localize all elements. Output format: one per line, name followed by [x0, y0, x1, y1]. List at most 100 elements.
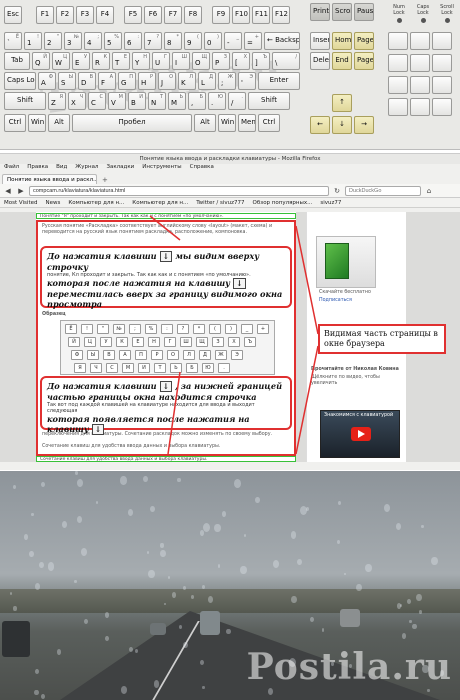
- key-delete[interactable]: Delete: [310, 52, 330, 70]
- key-f3[interactable]: F3: [76, 6, 94, 24]
- key-row5-2[interactable]: Alt: [48, 114, 70, 132]
- key-row4-0[interactable]: Shift: [4, 92, 46, 110]
- forward-arrow-icon[interactable]: ▶: [16, 186, 26, 196]
- key-arrow-down[interactable]: ↓: [332, 116, 352, 134]
- key-row3-7[interactable]: ОJ: [158, 72, 176, 90]
- key-row1-10[interactable]: ) 0: [204, 32, 222, 50]
- key-f1[interactable]: F1: [36, 6, 54, 24]
- key-row3-5[interactable]: ПG: [118, 72, 136, 90]
- key-scroll-lock[interactable]: Scroll Lock: [332, 3, 352, 21]
- key-f10[interactable]: F10: [232, 6, 250, 24]
- key-f4[interactable]: F4: [96, 6, 114, 24]
- key-row2-6[interactable]: НY: [132, 52, 150, 70]
- key-row4-11[interactable]: Shift: [248, 92, 290, 110]
- key-f8[interactable]: F8: [184, 6, 202, 24]
- key-row4-1[interactable]: ЯZ: [48, 92, 66, 110]
- menu-file[interactable]: Файл: [4, 164, 19, 172]
- key-row4-7[interactable]: ЬM: [168, 92, 186, 110]
- key-arrow-left[interactable]: ←: [310, 116, 330, 134]
- bookmark-item[interactable]: Компьютер для н...: [132, 198, 188, 207]
- key-row1-9[interactable]: (9: [184, 32, 202, 50]
- key-row1-5[interactable]: % 5: [104, 32, 122, 50]
- key-row2-7[interactable]: ГU: [152, 52, 170, 70]
- back-arrow-icon[interactable]: ◀: [3, 186, 13, 196]
- key-row2-2[interactable]: ЦW: [52, 52, 70, 70]
- key-row4-8[interactable]: Б,: [188, 92, 206, 110]
- menu-bookmarks[interactable]: Закладки: [106, 164, 134, 172]
- key-insert[interactable]: Insert: [310, 32, 330, 50]
- key-end[interactable]: End: [332, 52, 352, 70]
- key-f5[interactable]: F5: [124, 6, 142, 24]
- key-row4-5[interactable]: ИB: [128, 92, 146, 110]
- video-thumbnail[interactable]: Знакомимся с клавиатурой: [320, 410, 400, 458]
- key-row5-0[interactable]: Ctrl: [4, 114, 26, 132]
- bookmark-item[interactable]: Компьютер для н...: [68, 198, 124, 207]
- key-row5-3[interactable]: Пробел: [72, 114, 192, 132]
- numpad-key[interactable]: [388, 32, 408, 50]
- key-row1-11[interactable]: _ -: [224, 32, 242, 50]
- key-row2-4[interactable]: КR: [92, 52, 110, 70]
- key-row3-10[interactable]: Ж;: [218, 72, 236, 90]
- key-page-up[interactable]: Page Up: [354, 32, 374, 50]
- key-f7[interactable]: F7: [164, 6, 182, 24]
- menu-tools[interactable]: Инструменты: [142, 164, 181, 172]
- key-row3-8[interactable]: ЛK: [178, 72, 196, 90]
- key-row1-8[interactable]: * 8: [164, 32, 182, 50]
- numpad-key[interactable]: [410, 98, 430, 116]
- key-row4-10[interactable]: . /: [228, 92, 246, 110]
- numpad-key[interactable]: [432, 54, 452, 72]
- key-row3-9[interactable]: ДL: [198, 72, 216, 90]
- key-f9[interactable]: F9: [212, 6, 230, 24]
- menu-help[interactable]: Справка: [190, 164, 214, 172]
- key-row1-3[interactable]: № 3: [64, 32, 82, 50]
- numpad-key[interactable]: [432, 76, 452, 94]
- key-row3-4[interactable]: АF: [98, 72, 116, 90]
- key-row3-6[interactable]: РH: [138, 72, 156, 90]
- bookmark-item[interactable]: Обзор популярных...: [253, 198, 313, 207]
- key-home[interactable]: Home: [332, 32, 352, 50]
- sidebar-link[interactable]: Подписаться: [319, 298, 399, 304]
- key-row3-2[interactable]: ЫS: [58, 72, 76, 90]
- key-row4-2[interactable]: ЧX: [68, 92, 86, 110]
- key-row4-6[interactable]: ТN: [148, 92, 166, 110]
- key-f12[interactable]: F12: [272, 6, 290, 24]
- key-row4-3[interactable]: СC: [88, 92, 106, 110]
- key-row5-1[interactable]: Win: [28, 114, 46, 132]
- key-row1-6[interactable]: :6: [124, 32, 142, 50]
- numpad-key[interactable]: [410, 54, 430, 72]
- key-page-down[interactable]: Page Down: [354, 52, 374, 70]
- key-row2-1[interactable]: ЙQ: [32, 52, 50, 70]
- url-field[interactable]: [29, 185, 329, 196]
- key-row5-6[interactable]: Menu: [238, 114, 256, 132]
- key-row2-8[interactable]: ШI: [172, 52, 190, 70]
- key-row2-5[interactable]: ЕT: [112, 52, 130, 70]
- key-f11[interactable]: F11: [252, 6, 270, 24]
- key-row1-7[interactable]: ? 7: [144, 32, 162, 50]
- key-row3-1[interactable]: ФA: [38, 72, 56, 90]
- bookmark-item[interactable]: sivuz77: [320, 198, 341, 207]
- key-f2[interactable]: F2: [56, 6, 74, 24]
- home-icon[interactable]: ⌂: [424, 186, 434, 196]
- reload-icon[interactable]: ↻: [332, 186, 342, 196]
- bookmark-item[interactable]: Most Visited: [4, 198, 37, 207]
- key-row2-13[interactable]: / \: [272, 52, 300, 70]
- key-row3-12[interactable]: Enter: [258, 72, 300, 90]
- product-box-image[interactable]: [316, 236, 376, 288]
- key-row1-2[interactable]: " 2: [44, 32, 62, 50]
- numpad-key[interactable]: [388, 98, 408, 116]
- menu-edit[interactable]: Правка: [27, 164, 48, 172]
- key-pause[interactable]: Pause Break: [354, 3, 374, 21]
- key-row3-0[interactable]: Caps Lock: [4, 72, 36, 90]
- key-row1-0[interactable]: Ё `: [4, 32, 22, 50]
- key-row1-12[interactable]: + =: [244, 32, 262, 50]
- numpad-key[interactable]: [410, 32, 430, 50]
- key-row2-10[interactable]: ЗP: [212, 52, 230, 70]
- menu-history[interactable]: Журнал: [75, 164, 98, 172]
- search-field[interactable]: [345, 185, 421, 196]
- key-row4-9[interactable]: Ю.: [208, 92, 226, 110]
- key-f6[interactable]: F6: [144, 6, 162, 24]
- key-row2-0[interactable]: Tab: [4, 52, 30, 70]
- key-arrow-up[interactable]: ↑: [332, 94, 352, 112]
- key-print-screen[interactable]: Print Scrn SysRq: [310, 3, 330, 21]
- key-row2-3[interactable]: УE: [72, 52, 90, 70]
